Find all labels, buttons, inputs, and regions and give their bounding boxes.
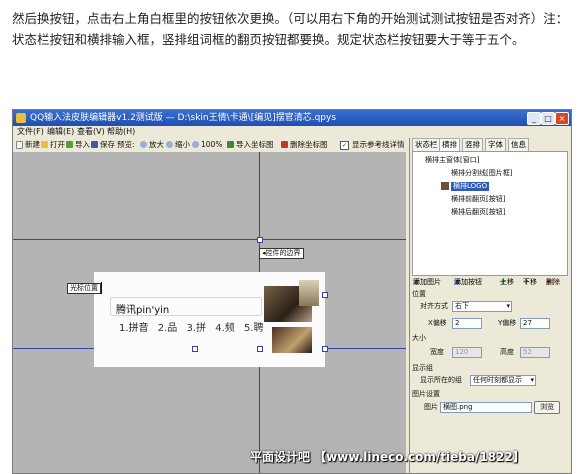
open-button[interactable]: 打开 — [41, 138, 65, 151]
height-input[interactable]: 52 — [520, 347, 550, 358]
width-input[interactable]: 120 — [452, 347, 482, 358]
delete-icon — [281, 141, 288, 148]
tab-vertical[interactable]: 竖排 — [462, 138, 483, 151]
display-heading: 显示组 — [412, 364, 433, 372]
zoom-out-icon — [166, 141, 173, 148]
watermark: 平面设计吧 【www.lineco.com/tieba/1822】 — [250, 450, 525, 464]
title-bar[interactable]: QQ输入法皮肤编辑器v1.2测试版 — D:\skin王倩\卡通\[编见]摆官清… — [13, 110, 571, 126]
skin-preview[interactable]: 腾讯pin'yin 1.拼音 2.品 3.拼 4.频 5.聘 — [94, 272, 325, 367]
tab-horizontal[interactable]: 横排 — [439, 138, 460, 151]
tree-node[interactable]: 横排前翻页[按钮] — [451, 195, 505, 204]
tree-node[interactable]: 横排主窗体[窗口] — [425, 156, 479, 165]
chevron-down-icon: ▾ — [530, 376, 534, 384]
image-label: 图片 — [424, 403, 438, 411]
image-heading: 图片设置 — [412, 390, 440, 398]
candidate-5[interactable]: 5.聘 — [244, 323, 264, 334]
close-button[interactable]: × — [555, 112, 569, 125]
height-label: 高度 — [500, 348, 514, 356]
design-canvas[interactable]: 腾讯pin'yin 1.拼音 2.品 3.拼 4.频 5.聘 ◂控件的边界 光标… — [13, 152, 406, 473]
show-ref-label: 显示参考线详情 — [352, 140, 405, 149]
logo-photo-side — [299, 280, 319, 306]
delete-image-button[interactable]: 删除坐标图 — [281, 138, 328, 151]
import-button[interactable]: 导入 — [66, 138, 90, 151]
logo-thumb-icon — [441, 182, 449, 190]
tree-actions: ▣ 添加图片 ▣ 添加按钮 ✚ 上移 ✚ 下移 ✖ 删除 — [410, 276, 570, 289]
composition-text: 腾讯pin'yin — [116, 305, 170, 316]
folder-icon — [41, 141, 48, 148]
candidate-2[interactable]: 2.品 — [158, 323, 178, 334]
maximize-button[interactable]: □ — [541, 112, 555, 125]
minimize-button[interactable]: _ — [527, 112, 541, 125]
chevron-down-icon: ▾ — [506, 302, 510, 310]
zoom-reset-icon — [192, 141, 199, 148]
candidate-1[interactable]: 1.拼音 — [119, 323, 149, 334]
property-editor: 位置 对齐方式 右下 ▾ X偏移 2 Y偏移 27 大小 宽度 120 高度 52… — [412, 290, 566, 470]
candidate-list: 1.拼音 2.品 3.拼 4.频 5.聘 — [119, 319, 263, 334]
cursor-callout: 光标位置 — [67, 283, 101, 294]
guide-line-top — [13, 239, 406, 240]
logo-photo-bottom — [272, 327, 312, 353]
size-heading: 大小 — [412, 334, 426, 342]
tree-node[interactable]: 横排LOGO — [451, 182, 490, 191]
new-button[interactable]: 新建 — [16, 138, 40, 151]
tab-status-bar[interactable]: 状态栏 — [412, 138, 441, 151]
zoom-out-button[interactable]: 缩小 — [166, 138, 190, 151]
selection-handle[interactable] — [322, 346, 328, 352]
selection-handle[interactable] — [192, 346, 198, 352]
tree-node[interactable]: 横排分割线[图片框] — [451, 169, 512, 178]
menu-bar: 文件(F) 编辑(E) 查看(V) 帮助(H) — [13, 126, 413, 138]
menu-view[interactable]: 查看(V) — [77, 126, 105, 138]
image-import-icon — [227, 141, 234, 148]
display-label: 显示所在的组 — [420, 376, 462, 384]
position-heading: 位置 — [412, 290, 426, 298]
article-paragraph: 然后换按钮，点击右上角白框里的按钮依次更换。（可以用右下角的开始测试测试按钮是否… — [12, 11, 569, 47]
panel-tabs: 状态栏 横排 竖排 字体 信息 — [410, 138, 570, 151]
candidate-4[interactable]: 4.频 — [215, 323, 235, 334]
save-icon — [91, 141, 98, 148]
y-offset-input[interactable]: 27 — [520, 318, 550, 329]
browse-button[interactable]: 浏览 — [534, 401, 560, 414]
import-icon — [66, 141, 73, 148]
import-image-button[interactable]: 导入坐标图 — [227, 138, 274, 151]
x-offset-input[interactable]: 2 — [452, 318, 482, 329]
align-label: 对齐方式 — [420, 302, 448, 310]
element-tree: 横排主窗体[窗口] 横排分割线[图片框] 横排LOGO 横排前翻页[按钮] 横排… — [412, 151, 568, 276]
tab-info[interactable]: 信息 — [508, 138, 529, 151]
zoom-in-button[interactable]: 放大 — [140, 138, 164, 151]
menu-file[interactable]: 文件(F) — [17, 126, 44, 138]
window-title: QQ输入法皮肤编辑器v1.2测试版 — D:\skin王倩\卡通\[编见]摆官清… — [30, 113, 337, 123]
cursor-mark — [101, 282, 102, 294]
new-icon — [16, 141, 23, 149]
skin-editor-window: QQ输入法皮肤编辑器v1.2测试版 — D:\skin王倩\卡通\[编见]摆官清… — [12, 109, 572, 474]
save-button[interactable]: 保存 — [91, 138, 115, 151]
selection-handle[interactable] — [257, 237, 263, 243]
y-offset-label: Y偏移 — [498, 319, 517, 327]
x-offset-label: X偏移 — [428, 319, 447, 327]
app-icon — [16, 113, 26, 123]
display-select[interactable]: 任何时刻都显示 ▾ — [470, 375, 536, 386]
tab-font[interactable]: 字体 — [485, 138, 506, 151]
toolbar: 新建 打开 导入 保存 预览: 放大 缩小 100% 导入坐标图 删除坐标图 ✓… — [13, 138, 409, 151]
boundary-callout: ◂控件的边界 — [259, 248, 304, 259]
properties-panel: 状态栏 横排 竖排 字体 信息 横排主窗体[窗口] 横排分割线[图片框] 横排L… — [409, 138, 570, 473]
zoom-100-button[interactable]: 100% — [192, 138, 222, 151]
align-select[interactable]: 右下 ▾ — [452, 301, 512, 312]
menu-edit[interactable]: 编辑(E) — [47, 126, 74, 138]
tree-node[interactable]: 横排后翻页[按钮] — [451, 208, 505, 217]
selection-handle[interactable] — [322, 292, 328, 298]
candidate-3[interactable]: 3.拼 — [186, 323, 206, 334]
preview-label: 预览: — [117, 140, 135, 149]
menu-help[interactable]: 帮助(H) — [107, 126, 135, 138]
selection-handle[interactable] — [257, 346, 263, 352]
image-path-input[interactable]: 横图.png — [440, 402, 532, 413]
zoom-in-icon — [140, 141, 147, 148]
width-label: 宽度 — [430, 348, 444, 356]
